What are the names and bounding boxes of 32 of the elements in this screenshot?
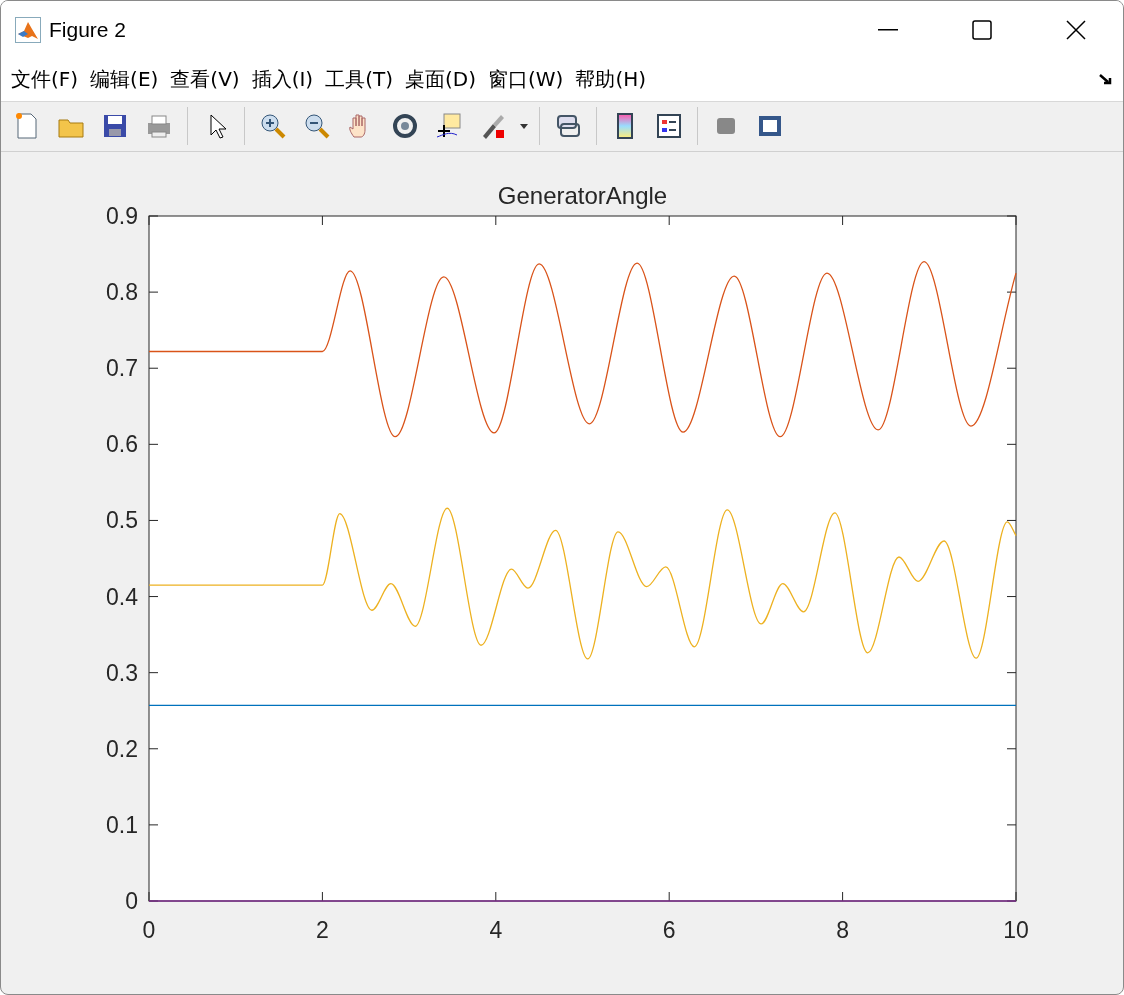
menu-item[interactable]: 查看(V) [164, 62, 246, 97]
window-title: Figure 2 [49, 18, 128, 42]
menu-item[interactable]: 编辑(E) [84, 62, 165, 97]
dock-arrow-icon[interactable] [1099, 73, 1113, 86]
y-tick-label: 0.4 [106, 583, 138, 610]
x-tick-label: 10 [1003, 917, 1029, 943]
menu-item[interactable]: 工具(T) [319, 62, 399, 97]
minimize-icon [878, 29, 898, 31]
x-tick-label: 8 [836, 917, 849, 943]
y-tick-label: 0.1 [106, 811, 138, 838]
x-tick-label: 4 [489, 917, 503, 943]
menu-item[interactable]: 插入(I) [245, 62, 320, 97]
y-tick-label: 0.6 [106, 431, 138, 458]
app-logo-icon [15, 17, 41, 43]
y-tick-label: 0 [125, 888, 138, 914]
chart-title: GeneratorAngle [497, 182, 668, 209]
menu-item[interactable]: 桌面(D) [399, 62, 482, 97]
x-tick-label: 0 [142, 917, 156, 943]
caret-icon [520, 123, 528, 129]
menu-item[interactable]: 文件(F) [5, 62, 85, 97]
y-tick-label: 0.2 [106, 735, 138, 762]
maximize-icon [972, 20, 992, 40]
menu-item[interactable]: 窗口(W) [482, 62, 570, 97]
y-tick-label: 0.8 [106, 279, 138, 306]
y-tick-label: 0.5 [106, 507, 138, 534]
menu-item[interactable]: 帮助(H) [569, 62, 653, 97]
y-tick-label: 0.3 [106, 659, 138, 686]
close-icon [1066, 20, 1086, 40]
y-tick-label: 0.9 [106, 203, 138, 229]
x-tick-label: 6 [662, 917, 676, 943]
x-tick-label: 2 [316, 917, 329, 943]
y-tick-label: 0.7 [106, 355, 138, 382]
